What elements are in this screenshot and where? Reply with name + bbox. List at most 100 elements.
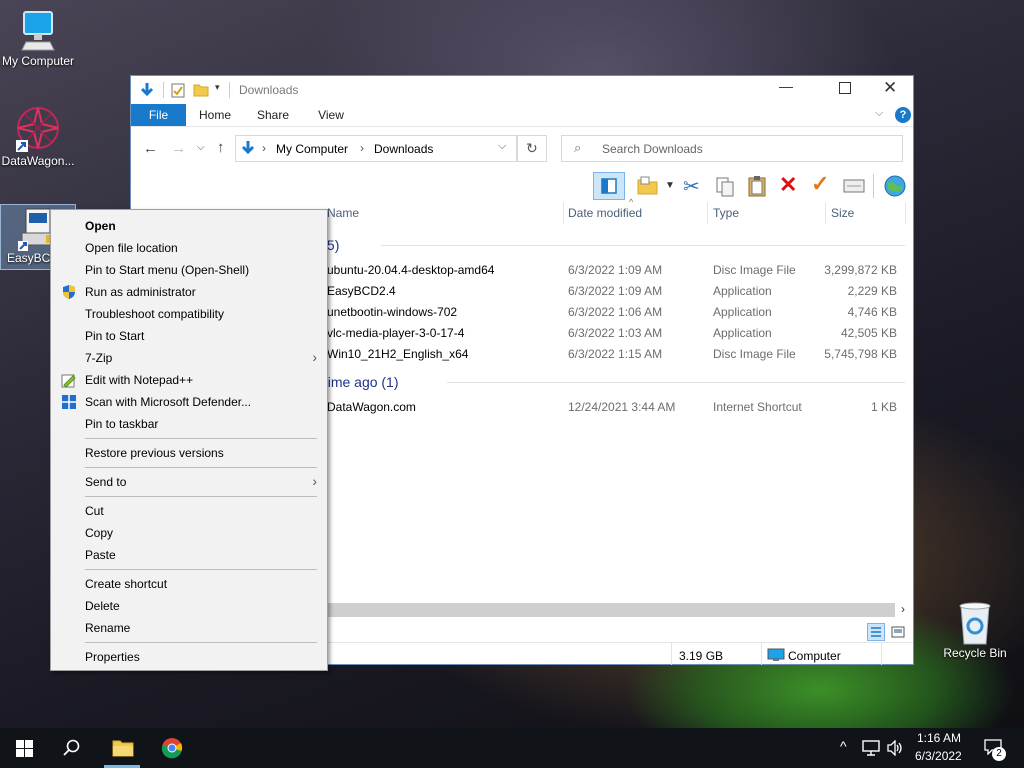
new-folder-icon[interactable] [637, 176, 659, 196]
menu-item-cut[interactable]: Cut [51, 500, 327, 522]
column-header-date[interactable]: Date modified [568, 206, 642, 220]
network-icon[interactable] [862, 740, 880, 756]
horizontal-scrollbar[interactable] [281, 603, 895, 617]
menu-separator [85, 467, 317, 468]
tab-share[interactable]: Share [247, 104, 299, 126]
file-size: 4,746 KB [847, 305, 897, 319]
menu-item-7zip[interactable]: 7-Zip › [51, 347, 327, 369]
context-menu: Open Open file location Pin to Start men… [50, 209, 328, 671]
address-bar[interactable]: › My Computer › Downloads ⌵ [235, 135, 517, 162]
column-header-type[interactable]: Type [713, 206, 739, 220]
menu-item-run-as-admin[interactable]: Run as administrator [51, 281, 327, 303]
refresh-button[interactable]: ↻ [517, 135, 547, 162]
tab-view[interactable]: View [305, 104, 357, 126]
taskbar-file-explorer[interactable] [102, 728, 142, 768]
computer-icon [21, 11, 55, 51]
address-dropdown-icon[interactable]: ⌵ [498, 140, 506, 153]
desktop-icon-label: DataWagon... [1, 154, 75, 168]
menu-item-label: Properties [85, 650, 140, 664]
search-icon[interactable] [63, 739, 81, 757]
menu-item-paste[interactable]: Paste [51, 544, 327, 566]
chrome-icon[interactable] [161, 737, 183, 759]
menu-item-restore-versions[interactable]: Restore previous versions [51, 442, 327, 464]
cut-icon[interactable]: ✂ [683, 174, 700, 199]
taskbar: ^ 1:16 AM 6/3/2022 2 [0, 728, 1024, 768]
help-icon[interactable]: ? [895, 107, 911, 123]
search-box[interactable]: ⌕ Search Downloads [561, 135, 903, 162]
menu-separator [85, 642, 317, 643]
menu-item-open-file-location[interactable]: Open file location [51, 237, 327, 259]
tab-home[interactable]: Home [189, 104, 241, 126]
column-header-size[interactable]: Size [831, 206, 854, 220]
menu-item-label: Troubleshoot compatibility [85, 307, 224, 321]
menu-item-delete[interactable]: Delete [51, 595, 327, 617]
menu-item-copy[interactable]: Copy [51, 522, 327, 544]
menu-separator [85, 569, 317, 570]
customize-quick-access-icon[interactable]: ▾ [215, 82, 220, 93]
new-folder-quick-icon[interactable] [193, 82, 209, 98]
action-center-button[interactable]: 2 [982, 737, 1006, 761]
back-button[interactable]: ← [143, 140, 158, 157]
notepad-plus-plus-icon [61, 374, 76, 388]
menu-item-pin-start[interactable]: Pin to Start [51, 325, 327, 347]
file-size: 1 KB [870, 400, 897, 414]
expand-ribbon-icon[interactable]: ⌵ [875, 107, 883, 120]
menu-item-label: Pin to taskbar [85, 417, 159, 431]
status-size: 3.19 GB [679, 649, 724, 663]
file-type: Disc Image File [713, 263, 796, 277]
menu-item-label: Restore previous versions [85, 446, 224, 460]
show-hidden-icons-icon[interactable]: ^ [840, 738, 847, 754]
clock-time[interactable]: 1:16 AM [917, 731, 961, 745]
globe-icon[interactable] [883, 174, 907, 198]
breadcrumb-separator-icon: › [262, 141, 266, 155]
recent-locations-icon[interactable]: ⌵ [197, 142, 205, 153]
column-header-name[interactable]: Name [327, 206, 359, 220]
forward-button[interactable]: → [171, 140, 186, 157]
delete-icon[interactable]: ✕ [779, 172, 797, 198]
menu-item-open[interactable]: Open [51, 215, 327, 237]
clock-date[interactable]: 6/3/2022 [915, 749, 962, 763]
submenu-arrow-icon: › [312, 349, 317, 365]
menu-item-create-shortcut[interactable]: Create shortcut [51, 573, 327, 595]
maximize-button[interactable] [839, 82, 851, 94]
preview-pane-icon [601, 178, 617, 194]
copy-icon[interactable] [715, 176, 735, 198]
minimize-button[interactable]: — [779, 78, 793, 94]
menu-item-label: Pin to Start [85, 329, 145, 343]
rename-check-icon[interactable]: ✓ [811, 171, 829, 197]
properties-icon[interactable] [843, 178, 865, 194]
scroll-right-icon[interactable]: › [901, 602, 905, 616]
start-windows-icon[interactable] [16, 740, 33, 757]
menu-item-send-to[interactable]: Send to › [51, 471, 327, 493]
breadcrumb-item[interactable]: My Computer [276, 142, 348, 156]
close-button[interactable]: ✕ [883, 78, 897, 98]
up-button[interactable]: ↑ [217, 139, 225, 156]
menu-item-properties[interactable]: Properties [51, 646, 327, 668]
file-date: 6/3/2022 1:15 AM [568, 347, 663, 361]
menu-item-pin-taskbar[interactable]: Pin to taskbar [51, 413, 327, 435]
breadcrumb-item[interactable]: Downloads [374, 142, 433, 156]
desktop-icon-my-computer[interactable]: My Computer [0, 10, 76, 68]
preview-pane-button[interactable] [593, 172, 625, 200]
menu-item-rename[interactable]: Rename [51, 617, 327, 639]
file-type: Application [713, 326, 772, 340]
tab-file[interactable]: File [131, 104, 186, 126]
large-icons-view-icon[interactable] [891, 625, 905, 639]
file-size: 5,745,798 KB [824, 347, 897, 361]
menu-item-notepad-plus-plus[interactable]: Edit with Notepad++ [51, 369, 327, 391]
menu-item-defender-scan[interactable]: Scan with Microsoft Defender... [51, 391, 327, 413]
new-dropdown-icon[interactable]: ▼ [665, 180, 675, 191]
paste-icon[interactable] [747, 175, 767, 197]
volume-icon[interactable] [886, 740, 904, 756]
desktop-icon-datawagon[interactable]: DataWagon... [0, 104, 76, 168]
menu-item-label: Create shortcut [85, 577, 168, 591]
search-input[interactable]: Search Downloads [602, 142, 703, 156]
details-view-button[interactable] [867, 623, 885, 641]
file-date: 12/24/2021 3:44 AM [568, 400, 676, 414]
menu-item-troubleshoot[interactable]: Troubleshoot compatibility [51, 303, 327, 325]
desktop-icon-recycle-bin[interactable]: Recycle Bin [937, 600, 1013, 660]
ribbon-tabs: File Home Share View ⌵ ? [131, 104, 913, 127]
properties-quick-icon[interactable] [171, 82, 185, 98]
menu-item-label: Delete [85, 599, 120, 613]
menu-item-pin-start-open-shell[interactable]: Pin to Start menu (Open-Shell) [51, 259, 327, 281]
